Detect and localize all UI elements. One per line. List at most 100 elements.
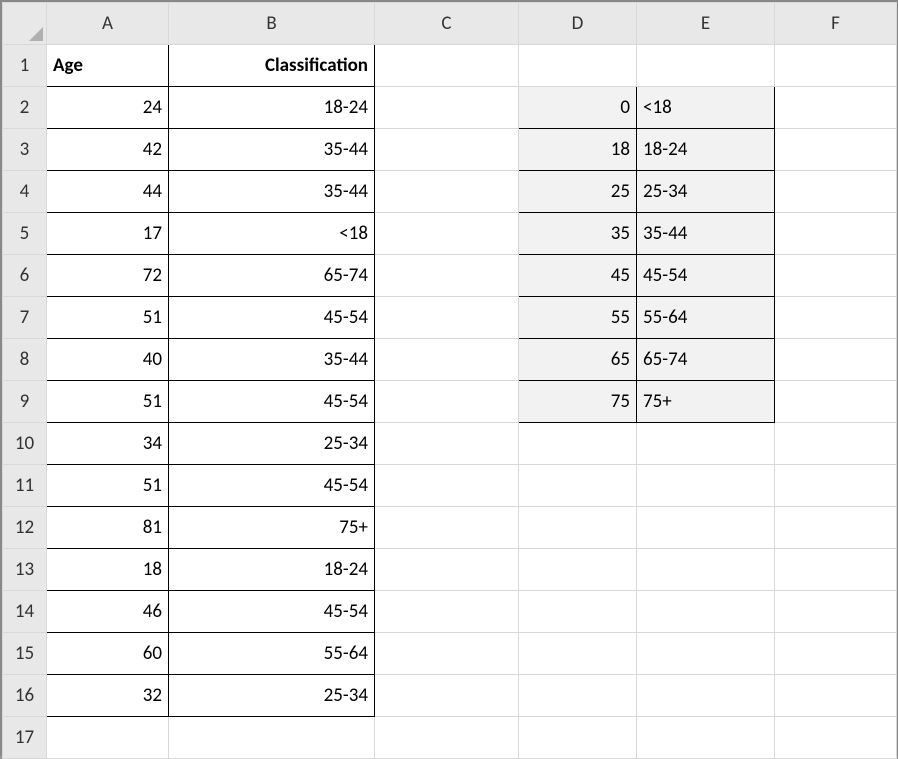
col-header-D[interactable]: D <box>519 3 637 45</box>
cell-C15[interactable] <box>375 633 519 675</box>
cell-E9[interactable]: 75+ <box>637 381 775 423</box>
cell-B9[interactable]: 45-54 <box>169 381 375 423</box>
cell-D9[interactable]: 75 <box>519 381 637 423</box>
cell-F7[interactable] <box>775 297 897 339</box>
cell-C17[interactable] <box>375 717 519 759</box>
cell-C2[interactable] <box>375 87 519 129</box>
cell-D5[interactable]: 35 <box>519 213 637 255</box>
cell-B16[interactable]: 25-34 <box>169 675 375 717</box>
cell-F1[interactable] <box>775 45 897 87</box>
cell-F16[interactable] <box>775 675 897 717</box>
cell-E12[interactable] <box>637 507 775 549</box>
cell-E1[interactable] <box>637 45 775 87</box>
cell-E3[interactable]: 18-24 <box>637 129 775 171</box>
cell-A16[interactable]: 32 <box>47 675 169 717</box>
cell-E6[interactable]: 45-54 <box>637 255 775 297</box>
cell-A11[interactable]: 51 <box>47 465 169 507</box>
col-header-F[interactable]: F <box>775 3 897 45</box>
cell-D4[interactable]: 25 <box>519 171 637 213</box>
cell-C7[interactable] <box>375 297 519 339</box>
cell-D10[interactable] <box>519 423 637 465</box>
cell-B6[interactable]: 65-74 <box>169 255 375 297</box>
cell-E4[interactable]: 25-34 <box>637 171 775 213</box>
row-header-10[interactable]: 10 <box>3 423 47 465</box>
cell-E15[interactable] <box>637 633 775 675</box>
row-header-5[interactable]: 5 <box>3 213 47 255</box>
cell-E5[interactable]: 35-44 <box>637 213 775 255</box>
cell-A17[interactable] <box>47 717 169 759</box>
cell-B3[interactable]: 35-44 <box>169 129 375 171</box>
cell-B11[interactable]: 45-54 <box>169 465 375 507</box>
row-header-14[interactable]: 14 <box>3 591 47 633</box>
cell-A4[interactable]: 44 <box>47 171 169 213</box>
cell-D11[interactable] <box>519 465 637 507</box>
cell-F17[interactable] <box>775 717 897 759</box>
cell-B14[interactable]: 45-54 <box>169 591 375 633</box>
row-header-16[interactable]: 16 <box>3 675 47 717</box>
row-header-2[interactable]: 2 <box>3 87 47 129</box>
cell-C12[interactable] <box>375 507 519 549</box>
cell-A1[interactable]: Age <box>47 45 169 87</box>
row-header-3[interactable]: 3 <box>3 129 47 171</box>
col-header-B[interactable]: B <box>169 3 375 45</box>
cell-D16[interactable] <box>519 675 637 717</box>
cell-B15[interactable]: 55-64 <box>169 633 375 675</box>
col-header-E[interactable]: E <box>637 3 775 45</box>
cell-F11[interactable] <box>775 465 897 507</box>
cell-D13[interactable] <box>519 549 637 591</box>
cell-F3[interactable] <box>775 129 897 171</box>
row-header-12[interactable]: 12 <box>3 507 47 549</box>
cell-E16[interactable] <box>637 675 775 717</box>
cell-B8[interactable]: 35-44 <box>169 339 375 381</box>
row-header-9[interactable]: 9 <box>3 381 47 423</box>
cell-A8[interactable]: 40 <box>47 339 169 381</box>
cell-F4[interactable] <box>775 171 897 213</box>
cell-A13[interactable]: 18 <box>47 549 169 591</box>
cell-D17[interactable] <box>519 717 637 759</box>
cell-C16[interactable] <box>375 675 519 717</box>
cell-F10[interactable] <box>775 423 897 465</box>
cell-D6[interactable]: 45 <box>519 255 637 297</box>
cell-C8[interactable] <box>375 339 519 381</box>
cell-B5[interactable]: <18 <box>169 213 375 255</box>
cell-E11[interactable] <box>637 465 775 507</box>
cell-F13[interactable] <box>775 549 897 591</box>
cell-B1[interactable]: Classification <box>169 45 375 87</box>
row-header-17[interactable]: 17 <box>3 717 47 759</box>
cell-C3[interactable] <box>375 129 519 171</box>
cell-D12[interactable] <box>519 507 637 549</box>
cell-D14[interactable] <box>519 591 637 633</box>
cell-F6[interactable] <box>775 255 897 297</box>
cell-A5[interactable]: 17 <box>47 213 169 255</box>
cell-A12[interactable]: 81 <box>47 507 169 549</box>
cell-B17[interactable] <box>169 717 375 759</box>
cell-E2[interactable]: <18 <box>637 87 775 129</box>
cell-B2[interactable]: 18-24 <box>169 87 375 129</box>
cell-B10[interactable]: 25-34 <box>169 423 375 465</box>
row-header-6[interactable]: 6 <box>3 255 47 297</box>
cell-C5[interactable] <box>375 213 519 255</box>
cell-A9[interactable]: 51 <box>47 381 169 423</box>
select-all-corner[interactable] <box>3 3 47 45</box>
cell-A7[interactable]: 51 <box>47 297 169 339</box>
cell-C6[interactable] <box>375 255 519 297</box>
cell-A15[interactable]: 60 <box>47 633 169 675</box>
cell-E10[interactable] <box>637 423 775 465</box>
row-header-4[interactable]: 4 <box>3 171 47 213</box>
cell-F15[interactable] <box>775 633 897 675</box>
cell-E7[interactable]: 55-64 <box>637 297 775 339</box>
cell-A6[interactable]: 72 <box>47 255 169 297</box>
cell-F2[interactable] <box>775 87 897 129</box>
cell-F8[interactable] <box>775 339 897 381</box>
cell-E8[interactable]: 65-74 <box>637 339 775 381</box>
cell-D8[interactable]: 65 <box>519 339 637 381</box>
cell-F12[interactable] <box>775 507 897 549</box>
col-header-A[interactable]: A <box>47 3 169 45</box>
cell-F14[interactable] <box>775 591 897 633</box>
col-header-C[interactable]: C <box>375 3 519 45</box>
cell-C11[interactable] <box>375 465 519 507</box>
cell-E14[interactable] <box>637 591 775 633</box>
cell-B12[interactable]: 75+ <box>169 507 375 549</box>
cell-C13[interactable] <box>375 549 519 591</box>
cell-E13[interactable] <box>637 549 775 591</box>
